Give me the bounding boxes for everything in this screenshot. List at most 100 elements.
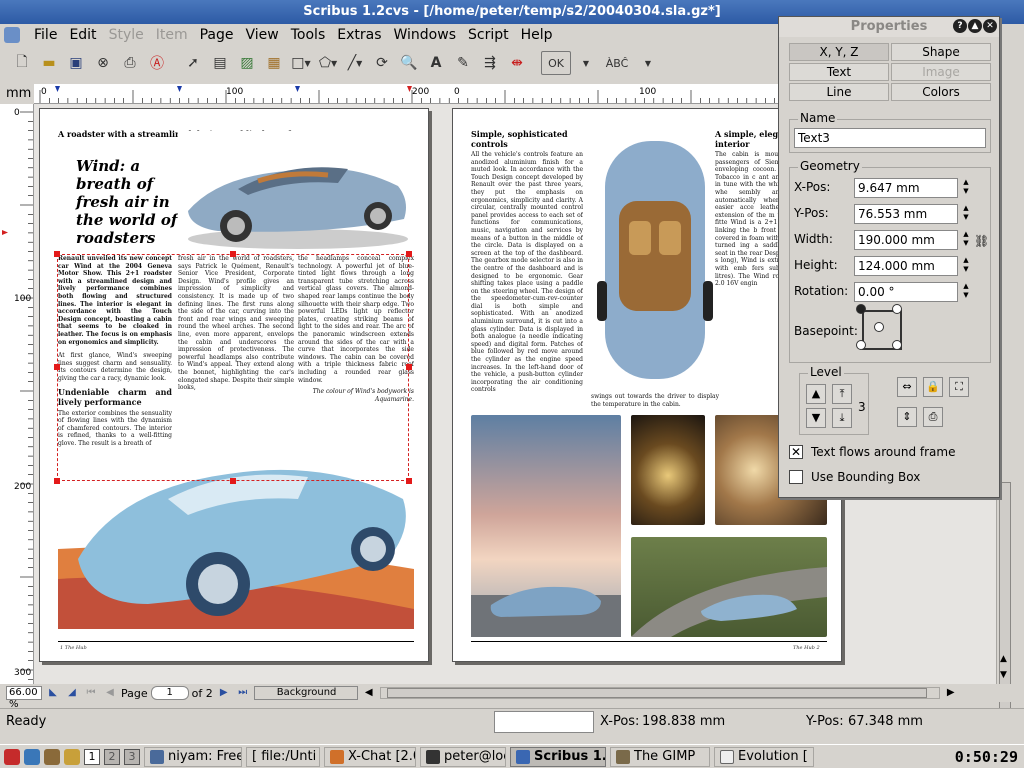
frame-handle-mr[interactable] [406,364,412,370]
menu-edit[interactable]: Edit [63,24,102,46]
zoom-icon[interactable]: 🔍 [397,51,421,75]
edit-text-icon[interactable]: A [424,51,448,75]
frame-handle-tl[interactable] [54,251,60,257]
new-doc-icon[interactable]: 🗋 [10,51,34,75]
flip-horizontal-icon[interactable]: ⇔ [897,377,917,397]
menu-help[interactable]: Help [515,24,559,46]
tab-line[interactable]: Line [789,83,889,101]
zoom-out-icon[interactable]: ◣ [45,686,61,700]
open-folder-icon[interactable]: ▬ [37,51,61,75]
rotate-icon[interactable]: ⟳ [370,51,394,75]
lower-level-icon[interactable]: ▼ [806,408,826,428]
task-xchat[interactable]: X-Chat [2.0 [324,746,416,767]
properties-titlebar[interactable]: Properties ? ▲ ✕ [779,17,999,37]
spellcheck-dropdown-icon[interactable]: ▼ [636,51,660,75]
spellcheck-button[interactable]: ÀBĈ [601,51,633,75]
shade-icon[interactable]: ▲ [968,19,982,33]
menu-extras[interactable]: Extras [331,24,387,46]
save-icon[interactable]: ▣ [64,51,88,75]
xpos-input[interactable]: 9.647 mm [854,178,958,198]
height-spinner-icon[interactable]: ▲ ▼ [960,256,972,276]
name-input[interactable]: Text3 [794,128,986,148]
basepoint-center[interactable] [874,322,884,332]
rotation-spinner-icon[interactable]: ▲ ▼ [960,282,972,302]
desktop-1[interactable]: 1 [84,748,100,765]
frame-handle-bc[interactable] [230,478,236,484]
scribus-app-icon[interactable] [4,27,20,43]
next-page-icon[interactable]: ▶ [216,686,232,700]
frame-handle-tr[interactable] [406,251,412,257]
first-page-icon[interactable]: ⏮ [83,686,99,700]
text-flows-row[interactable]: ✕ Text flows around frame [789,445,955,459]
headlamp-photo[interactable] [631,415,705,525]
task-scribus[interactable]: Scribus 1. [510,746,606,767]
printable-toggle-icon[interactable]: ⎙ [923,407,943,427]
text-flows-checkbox[interactable]: ✕ [789,445,803,459]
desktop-2[interactable]: 2 [104,748,120,765]
basepoint-tl[interactable] [856,304,866,314]
scroll-down-arrow-icon[interactable]: ▼ [1000,670,1007,680]
menu-page[interactable]: Page [194,24,240,46]
chain-link-icon[interactable]: ⛓ [974,234,989,248]
select-arrow-icon[interactable]: ➚ [181,51,205,75]
task-terminal[interactable]: peter@locall [420,746,506,767]
pdf-icon[interactable]: Ⓐ [145,51,169,75]
roadster-photo-top[interactable] [178,131,414,253]
page-selector[interactable]: 1 [150,686,189,700]
hscroll-right-icon[interactable]: ▶ [943,686,959,700]
tab-colors[interactable]: Colors [891,83,991,101]
frame-handle-tc[interactable] [230,251,236,257]
tab-shape[interactable]: Shape [891,43,991,61]
menu-view[interactable]: View [240,24,285,46]
properties-palette[interactable]: Properties ? ▲ ✕ X, Y, Z Shape Text Imag… [778,16,1000,498]
horizontal-scrollbar[interactable] [379,687,940,699]
flip-vertical-icon[interactable]: ⇕ [897,407,917,427]
raise-to-top-icon[interactable]: ⤒ [832,384,852,404]
menu-script[interactable]: Script [462,24,515,46]
rotation-input[interactable]: 0.00 ° [854,282,958,302]
layer-selector[interactable]: Background [253,686,358,700]
tab-markers[interactable] [55,86,300,92]
menu-tools[interactable]: Tools [285,24,332,46]
kde-menu-icon[interactable] [4,748,20,765]
lock-size-icon[interactable]: ⛶ [949,377,969,397]
last-page-icon[interactable]: ⏭ [235,686,251,700]
frame-handle-br[interactable] [406,478,412,484]
task-evolution[interactable]: Evolution [ [714,746,814,767]
tab-text[interactable]: Text [789,63,889,81]
prev-page-icon[interactable]: ◀ [102,686,118,700]
close-icon[interactable]: ✕ [983,19,997,33]
page-1[interactable]: A roadster with a streamlined design and… [39,108,429,662]
ypos-spinner-icon[interactable]: ▲ ▼ [960,204,972,224]
height-input[interactable]: 124.000 mm [854,256,958,276]
raise-level-icon[interactable]: ▲ [806,384,826,404]
close-doc-icon[interactable]: ⊗ [91,51,115,75]
basepoint-tr[interactable] [892,304,902,314]
width-spinner-icon[interactable]: ▲ ▼ [960,230,972,250]
zoom-input[interactable]: 66.00 % [6,686,42,710]
lower-to-bottom-icon[interactable]: ⤓ [832,408,852,428]
link-frames-icon[interactable]: ⇶ [478,51,502,75]
desktop-3[interactable]: 3 [124,748,140,765]
bounding-box-checkbox[interactable] [789,470,803,484]
basepoint-br[interactable] [892,340,902,350]
pdf-tools-button[interactable]: OK [541,51,571,75]
print-icon[interactable]: ⎙ [118,51,142,75]
unlink-frames-icon[interactable]: ⇼ [505,51,529,75]
polygon-icon[interactable]: ⬠ ▼ [316,51,340,75]
hscroll-left-icon[interactable]: ◀ [361,686,377,700]
frame-handle-bl[interactable] [54,478,60,484]
road-roadster-photo[interactable] [631,537,827,637]
task-file[interactable]: [ file:/Unti [246,746,320,767]
task-gimp[interactable]: The GIMP [610,746,710,767]
image-frame-icon[interactable]: ▨ [235,51,259,75]
home-icon[interactable] [64,748,80,765]
frame-handle-ml[interactable] [54,364,60,370]
pdf-tools-dropdown-icon[interactable]: ▼ [574,51,598,75]
lock-icon[interactable]: 🔒 [923,377,943,397]
basepoint-bl[interactable] [856,340,866,350]
ypos-input[interactable]: 76.553 mm [854,204,958,224]
horizontal-ruler[interactable]: 0 100 200 0 100 [34,84,780,104]
line-icon[interactable]: ╱ ▼ [343,51,367,75]
zoom-in-icon[interactable]: ◢ [64,686,80,700]
